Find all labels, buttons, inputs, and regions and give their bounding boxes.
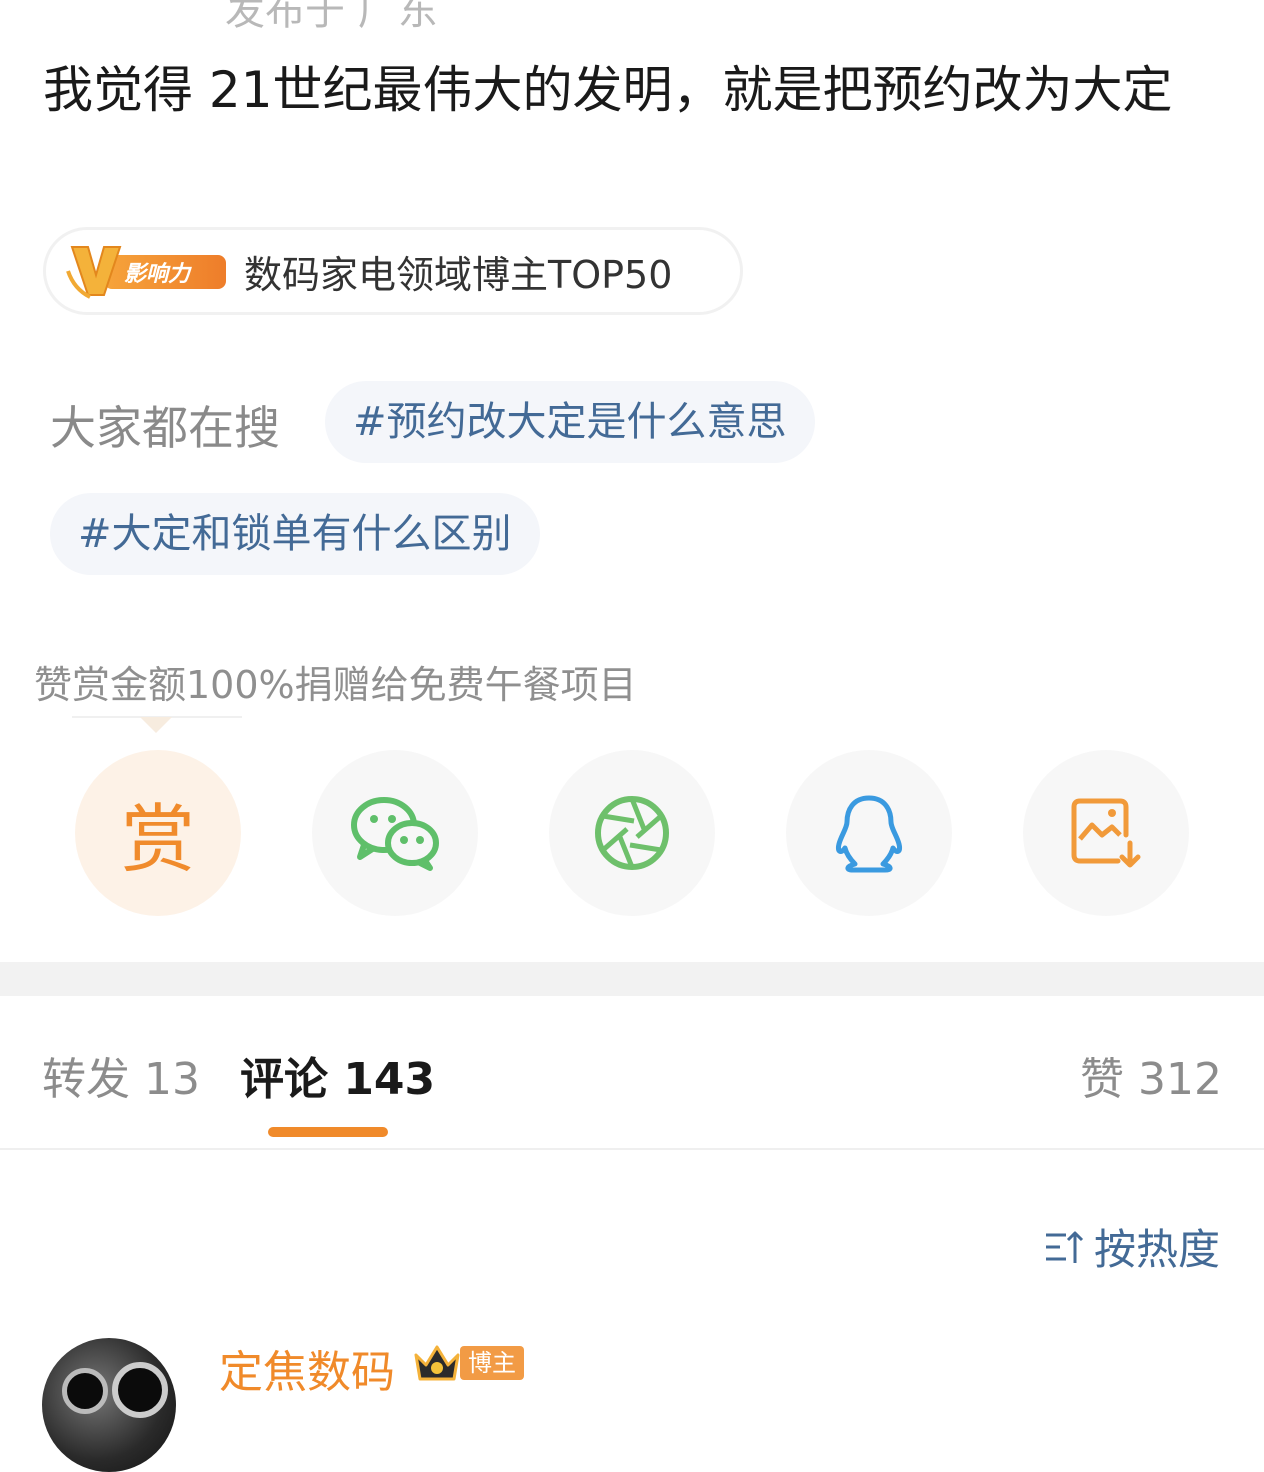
avatar[interactable] [42, 1338, 176, 1472]
share-wechat-button[interactable] [312, 750, 478, 916]
influence-badge[interactable]: 影响力 数码家电领域博主TOP50 [43, 227, 743, 315]
tooltip-arrow [140, 717, 172, 733]
tab-bar-divider [0, 1148, 1264, 1150]
active-tab-indicator [268, 1127, 388, 1137]
tab-repost[interactable]: 转发 13 [42, 1043, 200, 1107]
avatar-camera-lens [112, 1362, 168, 1418]
wechat-icon [351, 797, 439, 871]
tab-like[interactable]: 赞 312 [1080, 1043, 1222, 1107]
badge-text: 数码家电领域博主TOP50 [244, 252, 673, 297]
reward-note: 赞赏金额100%捐赠给免费午餐项目 [34, 663, 637, 707]
save-image-icon [1071, 798, 1141, 868]
influence-v-icon: 影响力 [66, 246, 226, 299]
post-location: 发布于 广东 [225, 0, 438, 34]
section-divider [0, 962, 1264, 996]
share-qq-button[interactable] [786, 750, 952, 916]
svg-text:影响力: 影响力 [124, 262, 192, 287]
reward-button[interactable]: 赏 [75, 750, 241, 916]
hot-search-chip[interactable]: #大定和锁单有什么区别 [50, 493, 540, 575]
save-image-button[interactable] [1023, 750, 1189, 916]
comment-username[interactable]: 定焦数码 [219, 1336, 395, 1400]
blogger-tag: 博主 [460, 1346, 524, 1380]
hot-search-label: 大家都在搜 [50, 401, 280, 455]
qq-icon [836, 795, 902, 873]
tab-comment[interactable]: 评论 143 [240, 1043, 435, 1107]
reward-icon: 赏 [121, 796, 195, 883]
sort-icon [1045, 1231, 1084, 1263]
moments-icon [595, 796, 669, 870]
post-text: 我觉得 21世纪最伟大的发明，就是把预约改为大定 [43, 61, 1173, 119]
crown-icon [414, 1345, 460, 1381]
sort-label: 按热度 [1093, 1225, 1220, 1274]
share-moments-button[interactable] [549, 750, 715, 916]
sort-button[interactable]: 按热度 [1044, 1216, 1220, 1277]
avatar-camera-lens [62, 1368, 108, 1414]
hot-search-chip[interactable]: #预约改大定是什么意思 [325, 381, 815, 463]
